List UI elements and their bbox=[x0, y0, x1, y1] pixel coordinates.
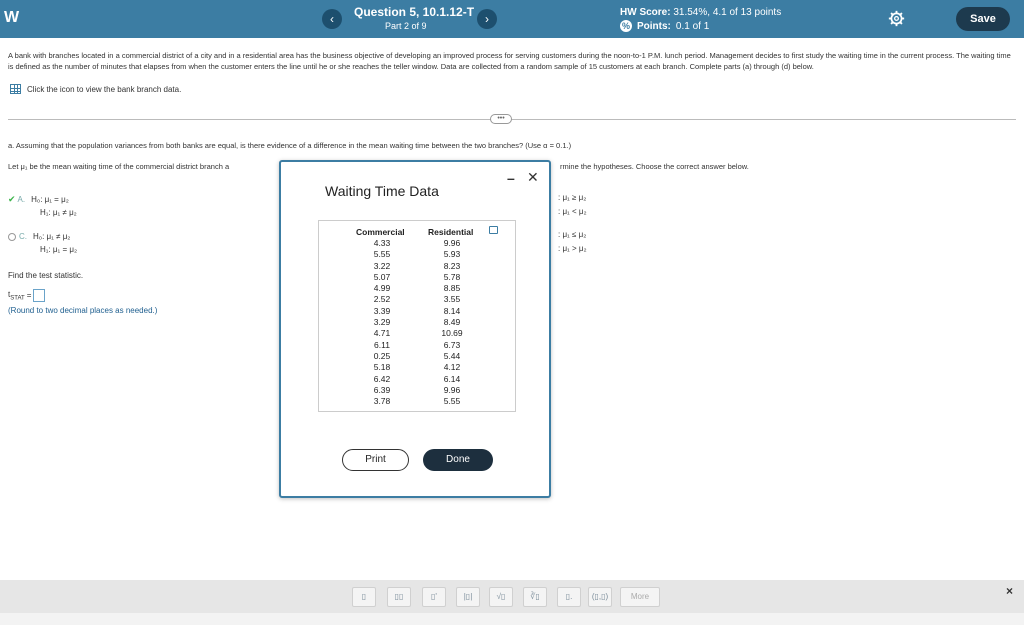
table-cell: 0.25 bbox=[373, 350, 391, 361]
tstat-input[interactable] bbox=[33, 289, 46, 302]
points: % Points: 0.1 of 1 bbox=[620, 20, 709, 32]
tstat-equals: = bbox=[26, 291, 32, 300]
table-cell: 8.49 bbox=[443, 317, 461, 328]
tstat-symbol: tSTAT bbox=[8, 289, 25, 302]
waiting-time-data-dialog: Waiting Time Data – ✕ Commercial Residen… bbox=[279, 160, 551, 498]
points-value: 0.1 of 1 bbox=[675, 20, 710, 32]
ordered-pair-tool-button[interactable]: (▯,▯) bbox=[588, 587, 612, 607]
table-cell: 4.12 bbox=[443, 362, 461, 373]
rounding-note: (Round to two decimal places as needed.) bbox=[8, 306, 158, 315]
table-cell: 5.18 bbox=[373, 362, 391, 373]
top-bar: W ‹ Question 5, 10.1.12-T Part 2 of 9 › … bbox=[0, 0, 1024, 38]
option-b-h0[interactable]: : μ₁ ≥ μ₂ bbox=[558, 193, 586, 202]
option-a-h1: H₁: μ₁ ≠ μ₂ bbox=[40, 208, 77, 217]
done-button[interactable]: Done bbox=[423, 449, 493, 471]
table-cell: 5.93 bbox=[443, 249, 461, 260]
option-c[interactable]: C. H₀: μ₁ ≠ μ₂ H₁: μ₁ = μ₂ bbox=[8, 230, 77, 256]
table-cell: 3.29 bbox=[373, 317, 391, 328]
previous-question-button[interactable]: ‹ bbox=[322, 9, 342, 29]
option-a-h0: H₀: μ₁ = μ₂ bbox=[31, 195, 69, 204]
section-divider bbox=[8, 119, 1016, 120]
table-cell: 6.73 bbox=[443, 339, 461, 350]
bottom-strip bbox=[0, 613, 1024, 625]
table-cell: 8.23 bbox=[443, 260, 461, 271]
option-a[interactable]: ✔ A. H₀: μ₁ = μ₂ H₁: μ₁ ≠ μ₂ bbox=[8, 193, 77, 219]
data-table-icon[interactable] bbox=[10, 84, 21, 94]
exponent-tool-button[interactable]: ▯' bbox=[422, 587, 446, 607]
table-cell: 3.22 bbox=[373, 260, 391, 271]
option-c-h1: H₁: μ₁ = μ₂ bbox=[40, 245, 78, 254]
option-d-h1[interactable]: : μ₁ > μ₂ bbox=[558, 244, 587, 253]
option-c-letter: C. bbox=[19, 232, 27, 241]
table-cell: 3.78 bbox=[373, 396, 391, 407]
more-tools-button[interactable]: More bbox=[620, 587, 660, 607]
table-cell: 8.14 bbox=[443, 305, 461, 316]
table-cell: 6.42 bbox=[373, 373, 391, 384]
hw-score: HW Score: 31.54%, 4.1 of 13 points bbox=[620, 7, 781, 18]
dialog-title: Waiting Time Data bbox=[325, 183, 439, 199]
table-cell: 9.96 bbox=[443, 384, 461, 395]
mixed-number-tool-button[interactable]: ▯▯ bbox=[387, 587, 411, 607]
save-button[interactable]: Save bbox=[956, 7, 1010, 31]
print-button[interactable]: Print bbox=[342, 449, 409, 471]
copy-data-icon[interactable] bbox=[489, 226, 498, 234]
points-label: Points: bbox=[637, 20, 671, 32]
square-root-tool-button[interactable]: √▯ bbox=[489, 587, 513, 607]
expand-toggle[interactable]: ••• bbox=[490, 114, 512, 124]
table-cell: 10.69 bbox=[441, 328, 463, 339]
partial-credit-icon: % bbox=[620, 20, 632, 32]
definition-text: Let μ₁ be the mean waiting time of the c… bbox=[8, 162, 230, 171]
settings-gear-icon[interactable] bbox=[888, 10, 905, 27]
residential-values: 9.96 5.93 8.23 5.78 8.85 3.55 8.14 8.49 … bbox=[439, 238, 465, 407]
table-cell: 6.14 bbox=[443, 373, 461, 384]
question-part: Part 2 of 9 bbox=[385, 21, 427, 31]
table-cell: 4.33 bbox=[373, 238, 391, 248]
nth-root-tool-button[interactable]: ∛▯ bbox=[523, 587, 547, 607]
view-data-link[interactable]: Click the icon to view the bank branch d… bbox=[10, 84, 181, 94]
commercial-values: 4.33 5.55 3.22 5.07 4.99 2.52 3.39 3.29 … bbox=[369, 238, 395, 407]
option-c-radio[interactable] bbox=[8, 232, 16, 241]
option-d-h0[interactable]: : μ₁ ≤ μ₂ bbox=[558, 230, 586, 239]
table-cell: 5.55 bbox=[373, 249, 391, 260]
part-a-prompt: a. Assuming that the population variance… bbox=[8, 141, 572, 150]
next-question-button[interactable]: › bbox=[477, 9, 497, 29]
table-cell: 5.55 bbox=[443, 396, 461, 407]
data-table: Commercial Residential 4.33 5.55 3.22 5.… bbox=[318, 220, 516, 412]
definition-text-tail: rmine the hypotheses. Choose the correct… bbox=[560, 162, 749, 171]
residential-header: Residential bbox=[428, 227, 474, 237]
test-statistic-label: Find the test statistic. bbox=[8, 271, 84, 280]
hw-score-label: HW Score: bbox=[620, 7, 671, 18]
hw-score-value: 31.54%, 4.1 of 13 points bbox=[673, 7, 782, 18]
table-cell: 4.71 bbox=[373, 328, 391, 339]
absolute-value-tool-button[interactable]: |▯| bbox=[456, 587, 480, 607]
table-cell: 9.96 bbox=[443, 238, 461, 248]
table-cell: 5.07 bbox=[373, 271, 391, 282]
math-toolbar: ▯ ▯▯ ▯' |▯| √▯ ∛▯ ▯. (▯,▯) More × bbox=[0, 580, 1024, 613]
data-link-text[interactable]: Click the icon to view the bank branch d… bbox=[27, 85, 181, 94]
fraction-tool-button[interactable]: ▯ bbox=[352, 587, 376, 607]
commercial-header: Commercial bbox=[356, 227, 405, 237]
close-toolbar-icon[interactable]: × bbox=[1006, 584, 1013, 598]
table-cell: 3.39 bbox=[373, 305, 391, 316]
correct-check-icon: ✔ bbox=[8, 194, 16, 204]
question-title: Question 5, 10.1.12-T bbox=[354, 5, 475, 19]
table-cell: 4.99 bbox=[373, 283, 391, 294]
minimize-icon[interactable]: – bbox=[507, 170, 515, 186]
question-text: A bank with branches located in a commer… bbox=[8, 51, 1011, 71]
decimal-tool-button[interactable]: ▯. bbox=[557, 587, 581, 607]
table-cell: 3.55 bbox=[443, 294, 461, 305]
table-cell: 6.39 bbox=[373, 384, 391, 395]
option-b-h1[interactable]: : μ₁ < μ₂ bbox=[558, 207, 587, 216]
option-a-letter: A. bbox=[17, 195, 26, 204]
option-c-h0: H₀: μ₁ ≠ μ₂ bbox=[33, 232, 71, 241]
table-cell: 2.52 bbox=[373, 294, 391, 305]
table-cell: 5.78 bbox=[443, 271, 461, 282]
brand-logo: W bbox=[4, 9, 20, 26]
table-cell: 5.44 bbox=[443, 350, 461, 361]
table-cell: 8.85 bbox=[443, 283, 461, 294]
table-cell: 6.11 bbox=[374, 339, 390, 350]
tstat-row: tSTAT = bbox=[8, 289, 46, 302]
close-icon[interactable]: ✕ bbox=[527, 169, 539, 186]
